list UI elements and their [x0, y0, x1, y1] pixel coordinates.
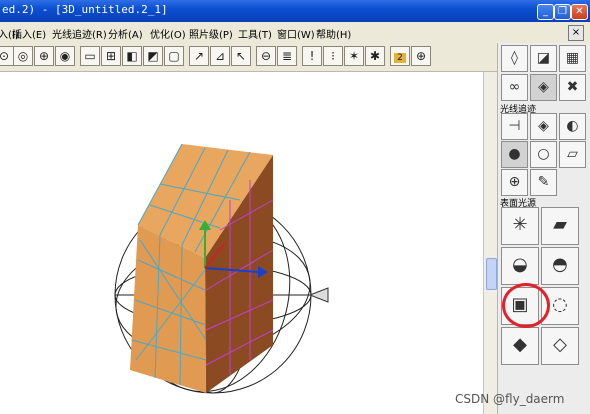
- axes-icon[interactable]: ↗: [189, 46, 209, 66]
- menu-item-photoreal[interactable]: 照片级(P): [189, 26, 233, 41]
- cube-iso-icon[interactable]: ◩: [143, 46, 163, 66]
- counter-label: 2: [394, 53, 406, 63]
- list-icon[interactable]: ≣: [277, 46, 297, 66]
- sphere-target-icon[interactable]: ⊕: [501, 169, 528, 196]
- single-view-icon[interactable]: ▭: [80, 46, 100, 66]
- binocular-icon[interactable]: ∞: [501, 74, 528, 101]
- menu-item-raytrace[interactable]: 光线追迹(R): [52, 26, 107, 41]
- sphere-source-2-icon[interactable]: ◓: [541, 247, 579, 285]
- beam-source-icon[interactable]: ◆: [501, 327, 539, 365]
- info-icon[interactable]: !: [302, 46, 322, 66]
- menu-item-optimize[interactable]: 优化(O): [150, 26, 186, 41]
- 3d-viewport[interactable]: [0, 72, 483, 414]
- sphere-source-icon[interactable]: ◒: [501, 247, 539, 285]
- lens-ray-icon[interactable]: ◈: [530, 74, 557, 101]
- zoom-icon[interactable]: ⊙: [0, 46, 14, 66]
- lamp-on-icon[interactable]: ○: [530, 141, 557, 168]
- beam-source-2-icon[interactable]: ◇: [541, 327, 579, 365]
- pencil-icon[interactable]: ✎: [530, 169, 557, 196]
- menu-bar: 入(I) 插入(E) 光线追迹(R) 分析(A) 优化(O) 照片级(P) 工具…: [0, 22, 590, 44]
- lens-icon[interactable]: ◊: [501, 45, 528, 72]
- box-outline-icon[interactable]: ▢: [164, 46, 184, 66]
- menu-item-window[interactable]: 窗口(W): [277, 26, 315, 41]
- title-bar: ed.2) - [3D_untitled.2_1] _ ❐ ✕: [0, 0, 590, 22]
- menu-item-tools[interactable]: 工具(T): [238, 26, 272, 41]
- insert-icon[interactable]: ⁝: [323, 46, 343, 66]
- pointer-icon[interactable]: ↖: [231, 46, 251, 66]
- close-button[interactable]: ✕: [571, 4, 588, 20]
- scrollbar-thumb[interactable]: [486, 258, 497, 290]
- red-highlight-circle: [502, 283, 550, 328]
- restore-button[interactable]: ❐: [554, 4, 571, 20]
- menu-item-insert[interactable]: 插入(E): [12, 26, 46, 41]
- bug-icon[interactable]: ✱: [365, 46, 385, 66]
- watermark: CSDN @fly_daerm: [455, 392, 565, 406]
- ray-icon[interactable]: ⊕: [411, 46, 431, 66]
- point-source-icon[interactable]: ✳: [501, 207, 539, 245]
- zoom-fit-icon[interactable]: ◉: [55, 46, 75, 66]
- counter-icon[interactable]: 2: [390, 46, 410, 66]
- tool-panel: ◊ ◪ ▦ ∞ ◈ ✖ 光线追迹 ⊣ ◈ ◐ ● ○ ▱ ⊕ ✎ 表面光源 ✳ …: [497, 43, 590, 414]
- main-toolbar: ⊙ ◎ ⊕ ◉ ▭ ⊞ ◧ ◩ ▢ ↗ ⊿ ↖ ⊖ ≣ ! ⁝ ✶ ✱ 2 ⊕: [0, 43, 497, 72]
- screen-icon[interactable]: ▱: [559, 141, 586, 168]
- two-view-icon[interactable]: ⊞: [101, 46, 121, 66]
- source-cone: [308, 287, 329, 303]
- menu-item-analysis[interactable]: 分析(A): [108, 26, 143, 41]
- vertical-scrollbar[interactable]: [483, 72, 498, 414]
- lamp-off-icon[interactable]: ●: [501, 141, 528, 168]
- wrench-icon[interactable]: ✖: [559, 74, 586, 101]
- scene-drawing: [114, 143, 329, 394]
- blocks-icon[interactable]: ▦: [559, 45, 586, 72]
- surface-icon[interactable]: ◪: [530, 45, 557, 72]
- perspective-icon[interactable]: ⊿: [210, 46, 230, 66]
- pan-icon[interactable]: ⊕: [34, 46, 54, 66]
- menu-item-help[interactable]: 帮助(H): [316, 26, 351, 41]
- zoom-window-icon[interactable]: ◎: [13, 46, 33, 66]
- surface-source-icon[interactable]: ▰: [541, 207, 579, 245]
- scatter-icon[interactable]: ✶: [344, 46, 364, 66]
- document-close-button[interactable]: ×: [568, 25, 584, 41]
- window-title: ed.2) - [3D_untitled.2_1]: [2, 3, 168, 16]
- ray-trace-focus-icon[interactable]: ◐: [559, 113, 586, 140]
- cube-front-icon[interactable]: ◧: [122, 46, 142, 66]
- lens-grid-icon[interactable]: ⊖: [256, 46, 276, 66]
- minimize-button[interactable]: _: [537, 4, 554, 20]
- ray-trace-icon[interactable]: ⊣: [501, 113, 528, 140]
- ray-trace-lens-icon[interactable]: ◈: [530, 113, 557, 140]
